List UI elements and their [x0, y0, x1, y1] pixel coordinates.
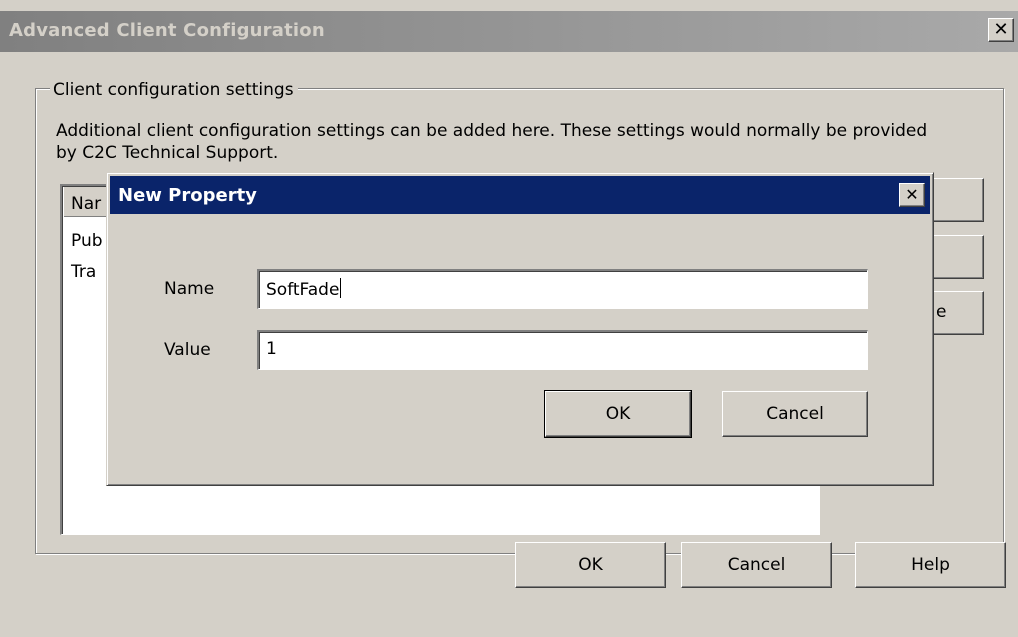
- main-titlebar: Advanced Client Configuration: [0, 11, 1018, 52]
- new-property-title: New Property: [118, 185, 257, 206]
- name-field[interactable]: SoftFade: [257, 269, 868, 309]
- new-property-dialog: New Property ✕ Name SoftFade Value 1 OK …: [106, 172, 934, 486]
- groupbox-label: Client configuration settings: [50, 80, 298, 100]
- list-column-header-label: Nar: [71, 194, 102, 214]
- new-property-titlebar: New Property ✕: [110, 176, 930, 214]
- new-property-ok-button[interactable]: OK: [544, 390, 692, 438]
- value-label: Value: [164, 340, 211, 360]
- new-property-close-button[interactable]: ✕: [899, 183, 925, 207]
- value-field[interactable]: 1: [257, 330, 868, 370]
- close-icon: ✕: [905, 185, 919, 204]
- text-caret: [340, 278, 342, 298]
- list-item[interactable]: Pub: [71, 231, 103, 251]
- name-field-value: SoftFade: [266, 280, 340, 300]
- group-description: Additional client configuration settings…: [56, 121, 928, 163]
- main-ok-button[interactable]: OK: [515, 542, 666, 588]
- main-cancel-button[interactable]: Cancel: [681, 542, 832, 588]
- main-help-button[interactable]: Help: [855, 542, 1006, 588]
- name-label: Name: [164, 279, 215, 299]
- main-dialog-title: Advanced Client Configuration: [9, 20, 325, 41]
- value-field-value: 1: [266, 339, 277, 359]
- list-item[interactable]: Tra: [71, 262, 96, 282]
- close-icon: ✕: [993, 19, 1009, 40]
- remove-button-label: e: [936, 302, 947, 322]
- new-property-cancel-button[interactable]: Cancel: [722, 391, 868, 437]
- main-close-button[interactable]: ✕: [988, 18, 1014, 42]
